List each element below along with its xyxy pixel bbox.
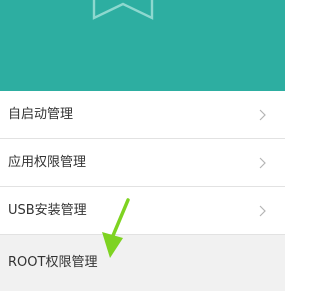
- menu-item-usb-install[interactable]: USB安装管理: [0, 187, 285, 235]
- menu-item-label: ROOT权限管理: [8, 255, 98, 270]
- menu-item-label: USB安装管理: [8, 203, 87, 218]
- chevron-right-icon: [259, 109, 266, 121]
- menu-item-autostart[interactable]: 自启动管理: [0, 91, 285, 139]
- menu-item-app-permissions[interactable]: 应用权限管理: [0, 139, 285, 187]
- settings-screen: 自启动管理 应用权限管理 USB安装管理 ROOT权限管理: [0, 0, 285, 291]
- menu-item-root-permissions[interactable]: ROOT权限管理: [0, 235, 285, 291]
- header-banner: [0, 0, 285, 91]
- chevron-right-icon: [259, 205, 266, 217]
- menu-item-label: 应用权限管理: [8, 155, 87, 170]
- settings-menu-list: 自启动管理 应用权限管理 USB安装管理 ROOT权限管理: [0, 91, 285, 291]
- header-graphic: [0, 0, 285, 91]
- chevron-right-icon: [259, 157, 266, 169]
- menu-item-label: 自启动管理: [8, 107, 74, 122]
